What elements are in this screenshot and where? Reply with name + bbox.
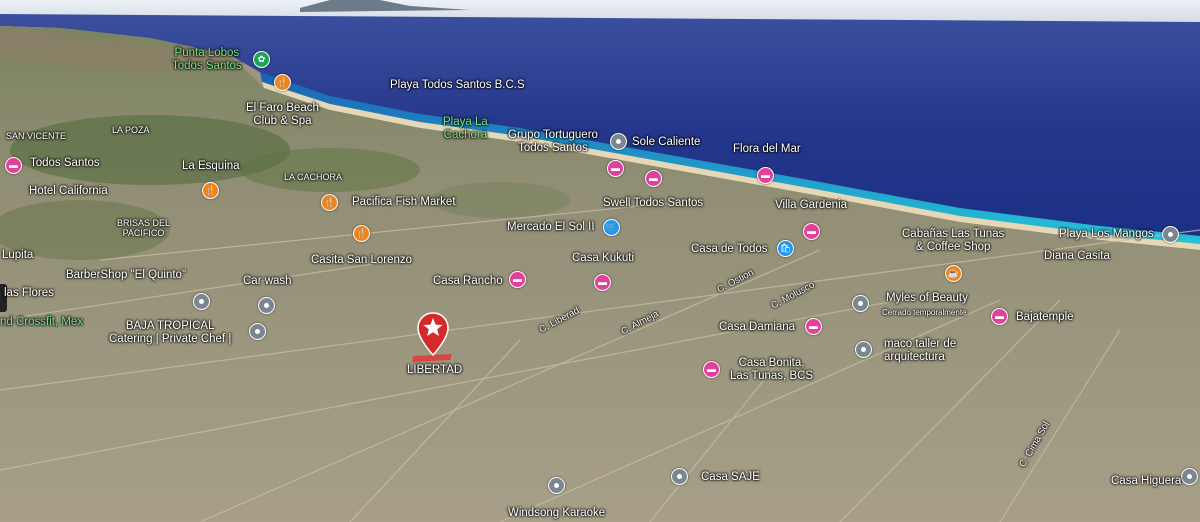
label-playa-todos-santos[interactable]: Playa Todos Santos B.C.S xyxy=(390,79,525,92)
label-la-esquina[interactable]: La Esquina xyxy=(182,160,240,173)
hotel-pin[interactable]: ▬ xyxy=(803,223,820,240)
label-maco-taller[interactable]: maco taller de arquitectura xyxy=(884,338,956,364)
label-baja-tropical[interactable]: BAJA TROPICAL Catering | Private Chef | xyxy=(109,320,231,346)
label-las-flores[interactable]: las Flores xyxy=(4,287,54,300)
label-hotel-california[interactable]: Hotel California xyxy=(29,185,108,198)
label-car-wash[interactable]: Car wash xyxy=(243,275,292,288)
label-punta-lobos[interactable]: Punta Lobos Todos Santos xyxy=(172,47,242,73)
label-casa-higuera[interactable]: Casa Higuera xyxy=(1111,475,1181,488)
label-la-poza: LA POZA xyxy=(112,125,150,135)
label-myles-of-beauty[interactable]: Myles of Beauty xyxy=(886,292,968,305)
place-pin[interactable] xyxy=(249,323,266,340)
label-grupo-tortuguero[interactable]: Grupo Tortuguero Todos Santos xyxy=(508,129,598,155)
label-casa-saje[interactable]: Casa SAJE xyxy=(701,471,760,484)
restaurant-pin[interactable]: 🍴 xyxy=(321,194,338,211)
hotel-pin[interactable]: ▬ xyxy=(5,157,22,174)
park-pin[interactable]: ✿ xyxy=(253,51,270,68)
label-la-cachora: LA CACHORA xyxy=(284,172,343,182)
place-pin[interactable] xyxy=(1162,226,1179,243)
label-sole-caliente[interactable]: Sole Caliente xyxy=(632,136,700,149)
hotel-pin[interactable]: ▬ xyxy=(805,318,822,335)
place-pin[interactable] xyxy=(610,133,627,150)
restaurant-pin[interactable]: 🍴 xyxy=(274,74,291,91)
label-casa-damiana[interactable]: Casa Damiana xyxy=(719,321,795,334)
label-casita-san-lorenzo[interactable]: Casita San Lorenzo xyxy=(311,254,412,267)
label-el-faro[interactable]: El Faro Beach Club & Spa xyxy=(246,102,319,128)
label-san-vicente: SAN VICENTE xyxy=(6,131,67,141)
label-diana-casita[interactable]: Diana Casita xyxy=(1044,250,1110,263)
label-playa-la-cachora[interactable]: Playa La Cachora xyxy=(443,116,488,142)
label-pacifica-fish-market[interactable]: Pacifica Fish Market xyxy=(352,196,456,209)
label-crossfit[interactable]: nd Crossfit, Mex xyxy=(0,316,83,329)
label-mercado-el-sol[interactable]: Mercado El Sol II xyxy=(507,221,595,234)
label-lupita[interactable]: Lupita xyxy=(2,249,33,262)
shopping-pin[interactable]: 🛍 xyxy=(777,240,794,257)
label-playa-los-mangos[interactable]: Playa Los Mangos xyxy=(1059,228,1154,241)
label-libertad[interactable]: LIBERTAD xyxy=(407,364,462,377)
hotel-pin[interactable]: ▬ xyxy=(509,271,526,288)
label-flora-del-mar[interactable]: Flora del Mar xyxy=(733,143,801,156)
hotel-pin[interactable]: ▬ xyxy=(991,308,1008,325)
label-cerrado-temporalmente: Cerrado temporalmente xyxy=(882,308,967,317)
place-pin[interactable] xyxy=(548,477,565,494)
place-pin[interactable] xyxy=(1181,468,1198,485)
place-pin[interactable] xyxy=(852,295,869,312)
place-pin[interactable] xyxy=(258,297,275,314)
hotel-pin[interactable]: ▬ xyxy=(645,170,662,187)
label-casa-bonita[interactable]: Casa Bonita, Las Tunas, BCS xyxy=(730,357,813,383)
selected-location-marker[interactable] xyxy=(417,312,449,356)
vegetation xyxy=(240,148,420,192)
label-casa-kukuti[interactable]: Casa Kukuti xyxy=(572,252,634,265)
label-villa-gardenia[interactable]: Villa Gardenia xyxy=(775,199,847,212)
label-todos-santos[interactable]: Todos Santos xyxy=(30,157,100,170)
label-cabanas-las-tunas[interactable]: Cabañas Las Tunas & Coffee Shop xyxy=(902,228,1004,254)
label-brisas-del-pacifico: BRISAS DEL PACIFICO xyxy=(117,218,171,238)
hotel-pin[interactable]: ▬ xyxy=(607,160,624,177)
hotel-pin[interactable]: ▬ xyxy=(703,361,720,378)
place-pin[interactable] xyxy=(855,341,872,358)
hotel-pin[interactable]: ▬ xyxy=(594,274,611,291)
cafe-pin[interactable]: ☕ xyxy=(945,265,962,282)
place-pin[interactable] xyxy=(193,293,210,310)
label-barbershop[interactable]: BarberShop "El Quinto" xyxy=(66,269,186,282)
label-swell-todos-santos[interactable]: Swell Todos Santos xyxy=(603,197,703,210)
restaurant-pin[interactable]: 🍴 xyxy=(202,182,219,199)
place-pin[interactable] xyxy=(671,468,688,485)
label-bajatemple[interactable]: Bajatemple xyxy=(1016,311,1074,324)
label-casa-de-todos[interactable]: Casa de Todos xyxy=(691,243,768,256)
shopping-pin[interactable]: 🛒 xyxy=(603,219,620,236)
hotel-pin[interactable]: ▬ xyxy=(757,167,774,184)
label-casa-rancho[interactable]: Casa Rancho xyxy=(433,275,503,288)
label-windsong-karaoke[interactable]: Windsong Karaoke xyxy=(508,507,605,520)
cafe-pin[interactable]: 🍴 xyxy=(353,225,370,242)
